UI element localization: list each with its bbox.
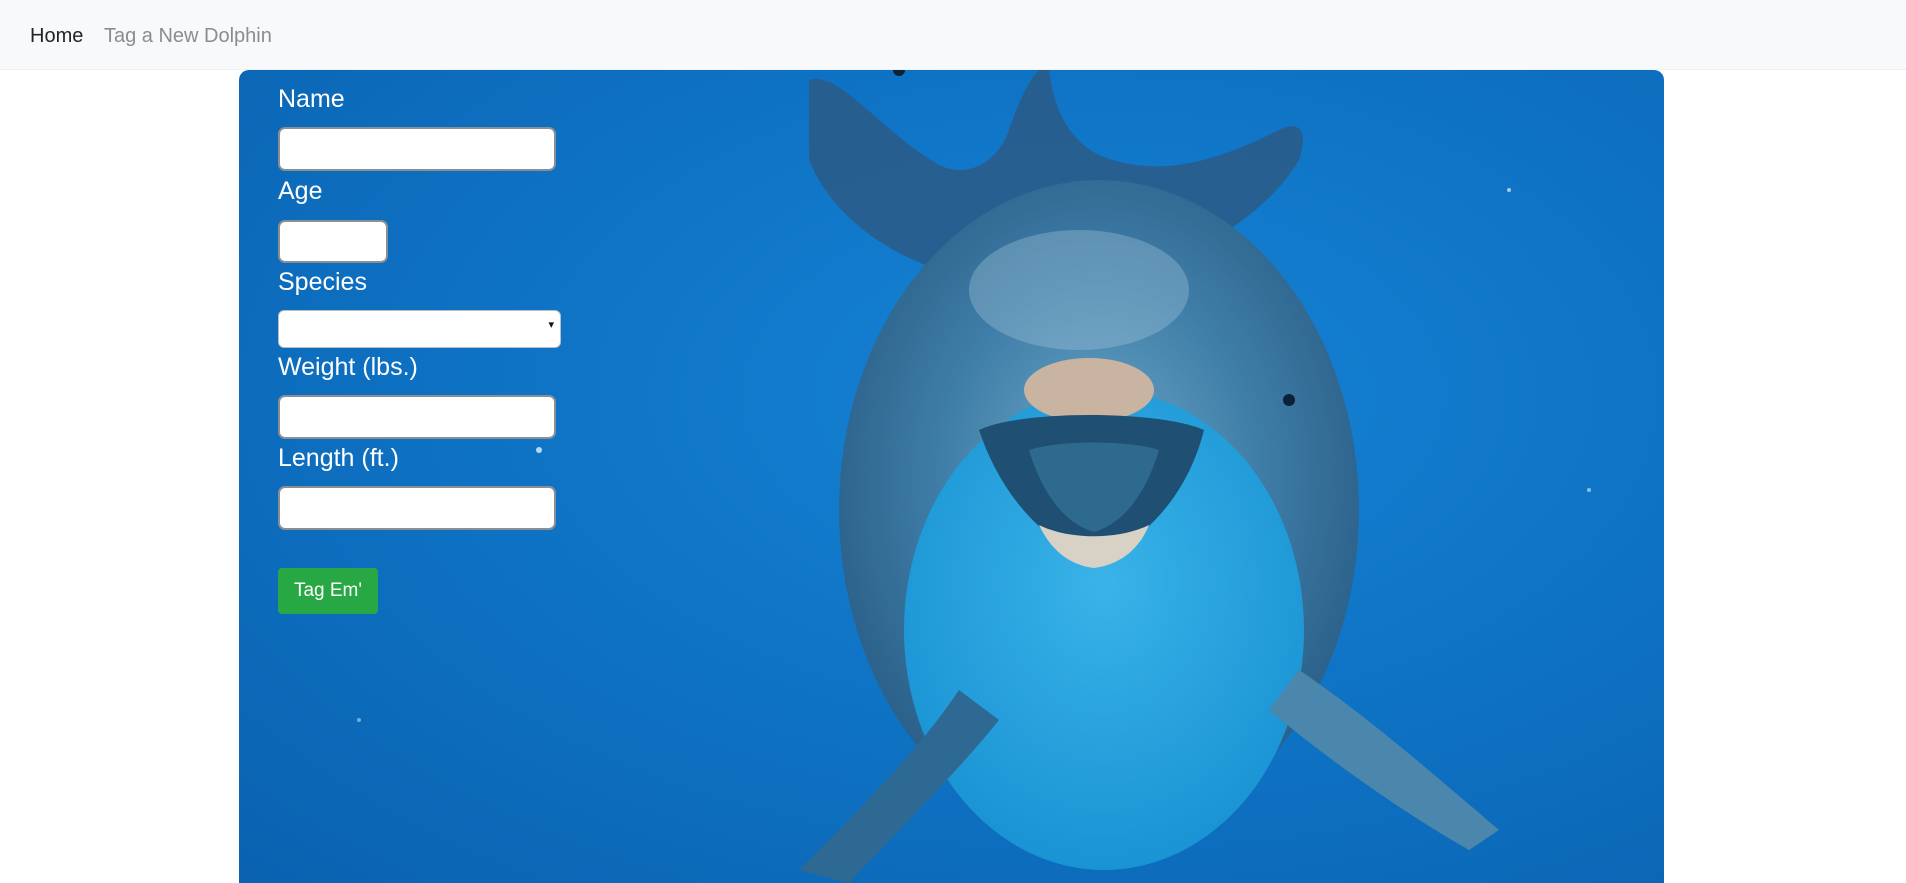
dolphin-hero-panel: Name Age Species ▾ Weight (lbs.) Length … [239, 70, 1664, 883]
chevron-down-icon: ▾ [548, 319, 554, 331]
species-select[interactable]: ▾ [278, 310, 561, 348]
dolphin-image [357, 70, 1591, 883]
nav-tag-dolphin-link[interactable]: Tag a New Dolphin [104, 24, 272, 48]
nav-home-link[interactable]: Home [30, 24, 83, 48]
species-label: Species [278, 268, 367, 296]
length-label: Length (ft.) [278, 444, 399, 472]
weight-label: Weight (lbs.) [278, 353, 418, 381]
age-label: Age [278, 177, 323, 205]
navbar: Home Tag a New Dolphin [0, 0, 1906, 70]
weight-input[interactable] [278, 395, 556, 439]
age-input[interactable] [278, 220, 388, 263]
length-input[interactable] [278, 486, 556, 530]
tag-em-button[interactable]: Tag Em' [278, 568, 378, 614]
name-label: Name [278, 85, 345, 113]
name-input[interactable] [278, 127, 556, 171]
